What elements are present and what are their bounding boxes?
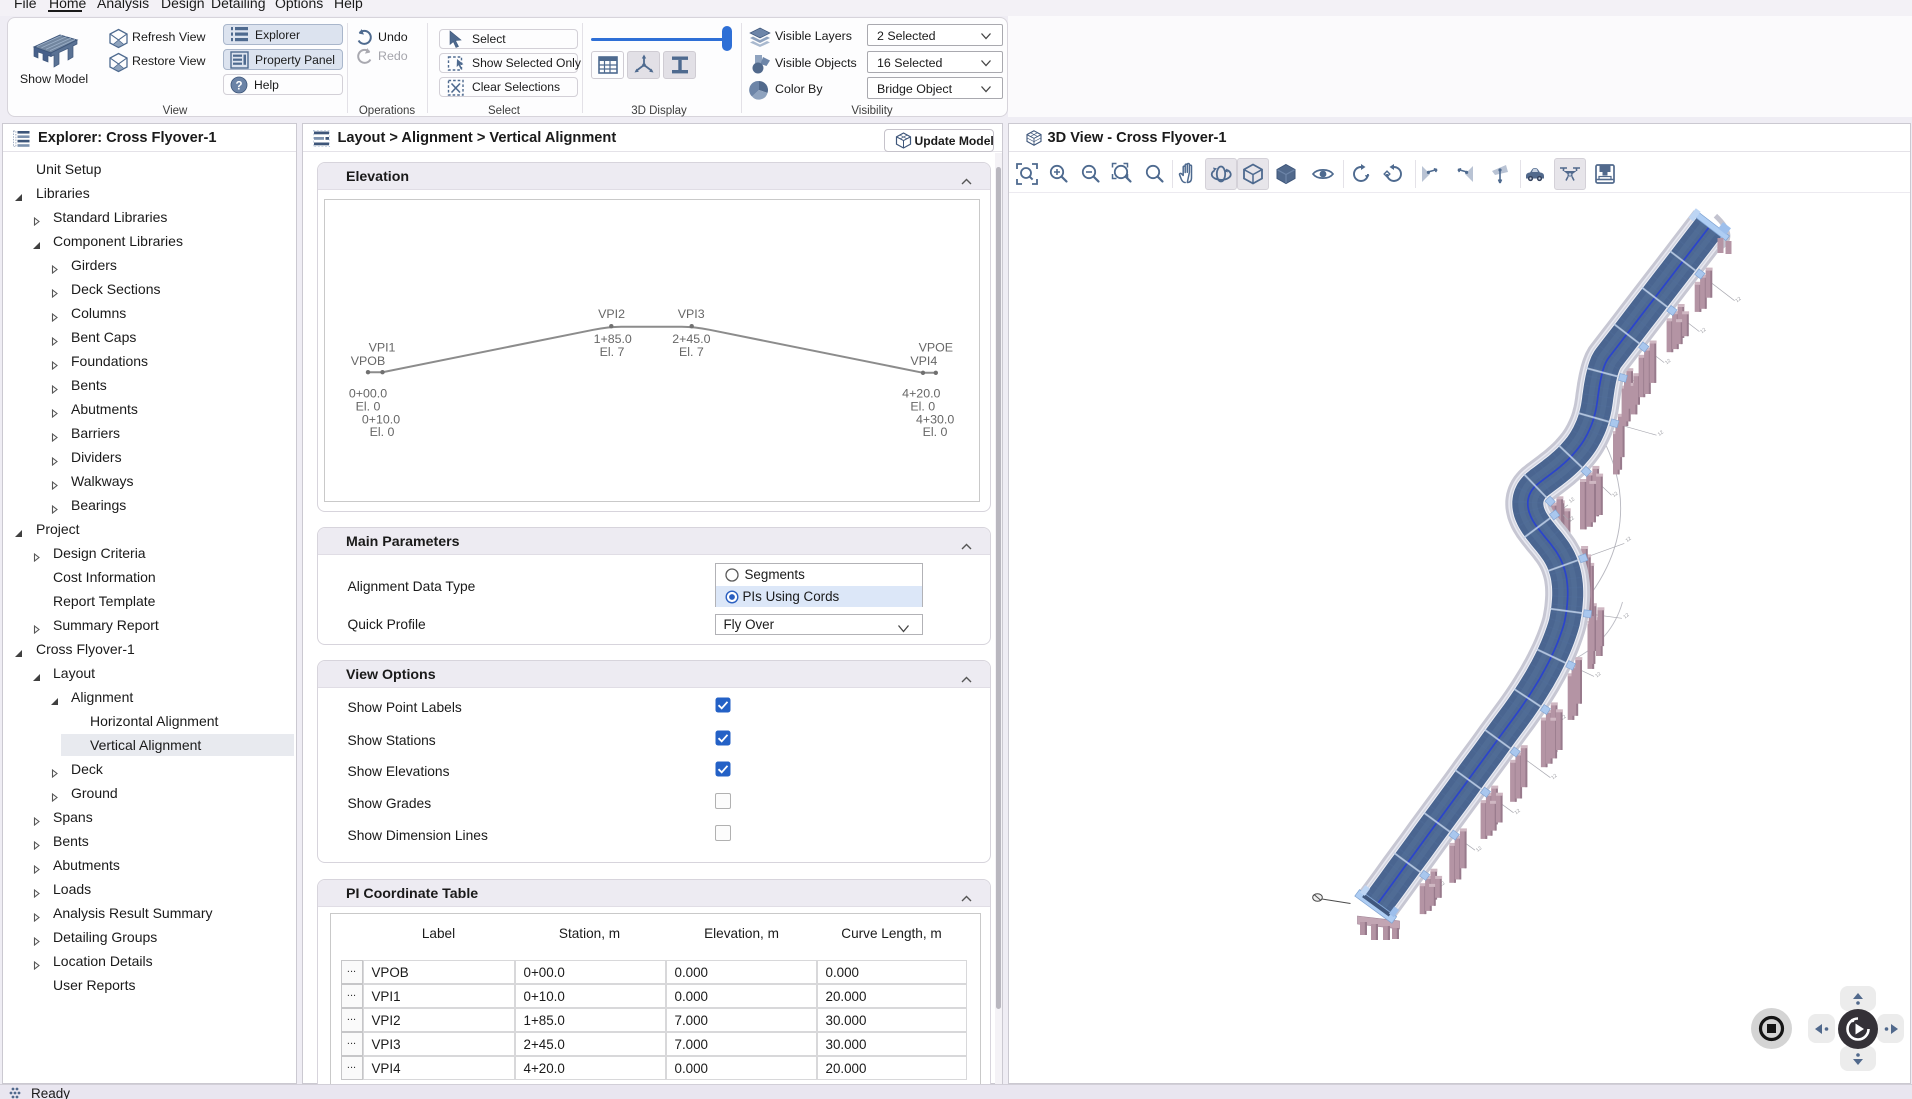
svg-text:12: 12 [1550, 773, 1558, 781]
svg-text:12: 12 [1734, 296, 1742, 304]
svg-text:VPI2: VPI2 [598, 307, 625, 321]
svg-text:VPI4: VPI4 [910, 354, 937, 368]
svg-text:12: 12 [1594, 671, 1602, 679]
svg-text:El. 0: El. 0 [356, 399, 381, 413]
svg-text:12: 12 [1656, 429, 1664, 437]
svg-text:VPOE: VPOE [919, 341, 953, 355]
svg-text:?: ? [235, 80, 242, 92]
svg-text:VPOB: VPOB [351, 354, 385, 368]
svg-text:12: 12 [1622, 612, 1630, 620]
svg-text:12: 12 [1699, 327, 1707, 335]
svg-text:El. 7: El. 7 [679, 345, 704, 359]
svg-text:El. 0: El. 0 [923, 425, 948, 439]
svg-text:El. 7: El. 7 [600, 345, 625, 359]
svg-text:4+20.0: 4+20.0 [902, 386, 940, 400]
svg-text:VPI1: VPI1 [369, 341, 396, 355]
svg-text:12: 12 [1475, 845, 1483, 853]
svg-text:12: 12 [1567, 496, 1575, 504]
svg-text:El. 0: El. 0 [370, 425, 395, 439]
svg-text:12: 12 [1513, 808, 1521, 816]
svg-text:El. 0: El. 0 [910, 399, 935, 413]
svg-text:12: 12 [1664, 358, 1672, 366]
svg-text:12: 12 [1611, 491, 1619, 499]
svg-text:12: 12 [1624, 536, 1632, 544]
svg-text:0+00.0: 0+00.0 [349, 386, 387, 400]
svg-text:VPI3: VPI3 [678, 307, 705, 321]
